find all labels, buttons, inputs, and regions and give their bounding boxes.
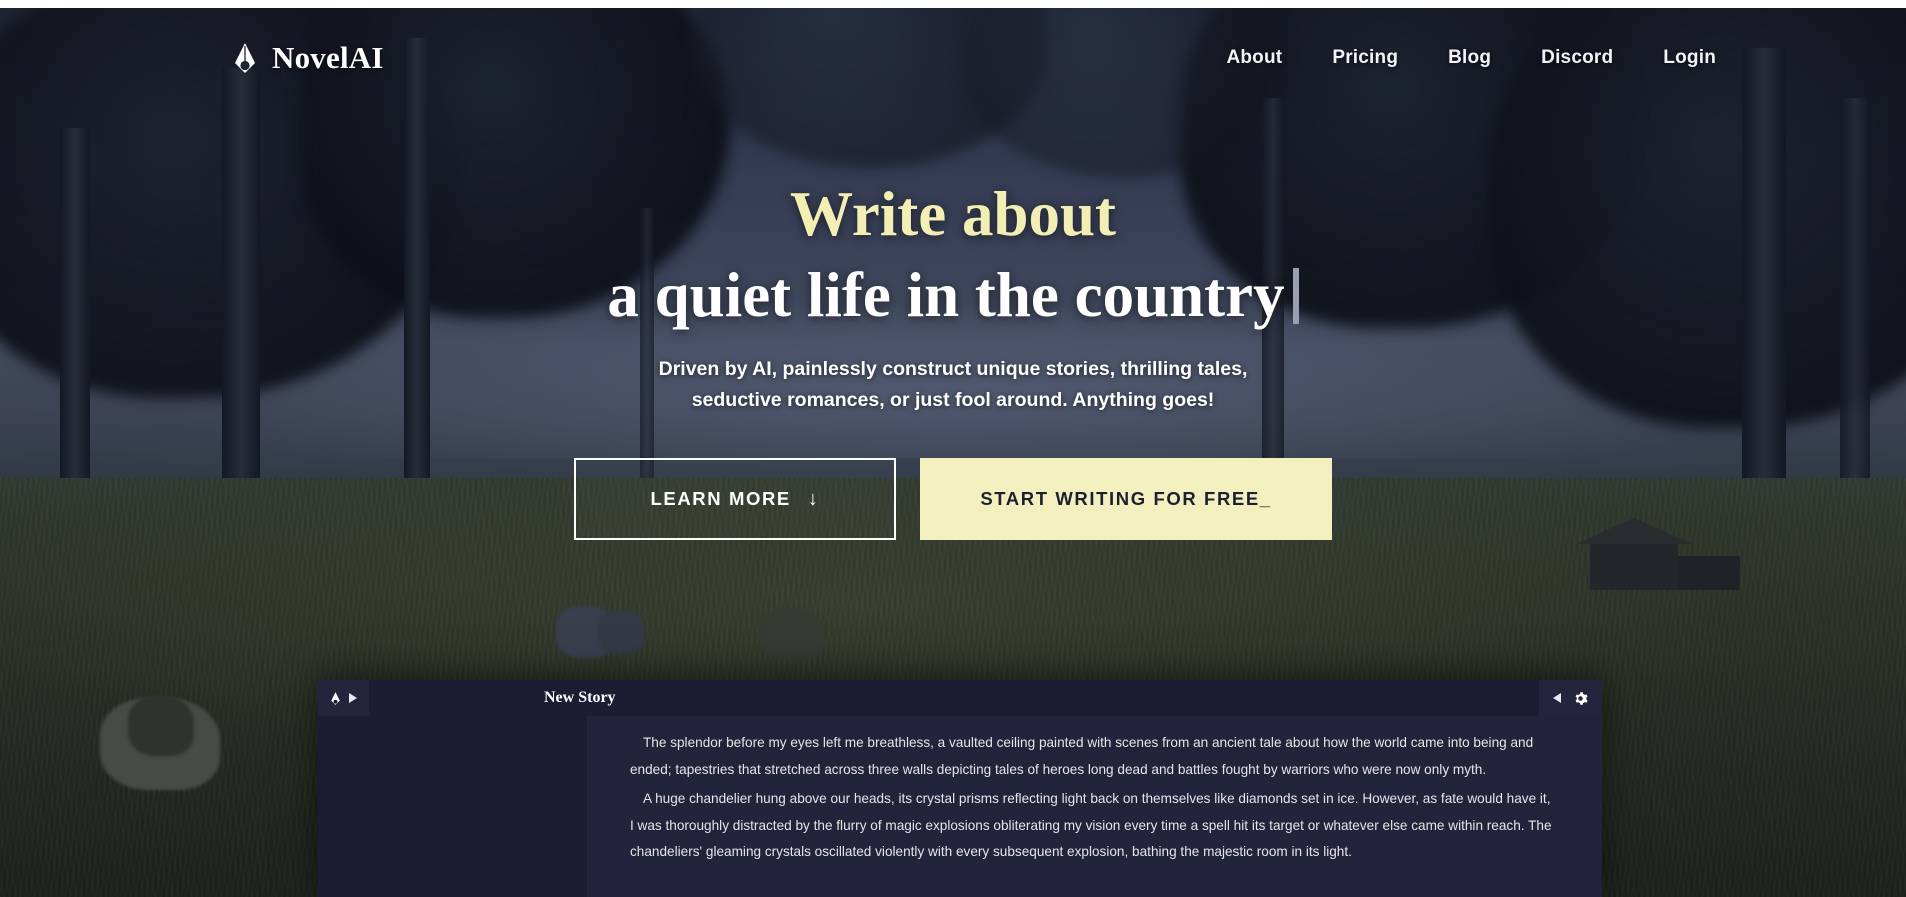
- page-root: NovelAI About Pricing Blog Discord Login…: [0, 0, 1906, 897]
- hero-subtitle: Driven by AI, painlessly construct uniqu…: [659, 354, 1248, 416]
- editor-left-controls: [318, 680, 369, 716]
- nav-link-discord[interactable]: Discord: [1541, 47, 1613, 69]
- top-white-strip: [0, 0, 1906, 8]
- brand-name: NovelAI: [272, 40, 384, 75]
- start-writing-label: START WRITING FOR FREE_: [980, 487, 1272, 509]
- hero-headline-line2: a quiet life in the country: [607, 260, 1285, 330]
- hero-subtitle-line1: Driven by AI, painlessly construct uniqu…: [658, 358, 1248, 380]
- hero-headline-line2-wrap: a quiet life in the country: [607, 260, 1299, 330]
- learn-more-button[interactable]: LEARN MORE ↓: [574, 457, 896, 540]
- pen-nib-icon: [232, 43, 258, 73]
- editor-sidebar[interactable]: [318, 716, 588, 897]
- hero-cta-row: LEARN MORE ↓ START WRITING FOR FREE_: [574, 457, 1332, 540]
- hero-headline-line1: Write about: [789, 179, 1117, 249]
- hero-section: Write about a quiet life in the country …: [0, 8, 1906, 768]
- start-writing-button[interactable]: START WRITING FOR FREE_: [920, 457, 1332, 540]
- caret-right-icon[interactable]: [349, 693, 357, 703]
- nav-links: About Pricing Blog Discord Login: [1226, 47, 1716, 69]
- arrow-down-icon: ↓: [807, 487, 820, 510]
- nav-link-login[interactable]: Login: [1663, 47, 1716, 69]
- editor-header: New Story: [318, 680, 1602, 716]
- editor-right-controls: [1539, 680, 1602, 716]
- gear-icon[interactable]: [1573, 691, 1588, 706]
- editor-body: The splendor before my eyes left me brea…: [318, 716, 1602, 897]
- pen-nib-icon[interactable]: [330, 691, 341, 705]
- story-paragraph: The splendor before my eyes left me brea…: [630, 735, 1534, 777]
- story-title: New Story: [544, 689, 616, 706]
- hero-subtitle-line2: seductive romances, or just fool around.…: [691, 388, 1215, 411]
- brand-logo[interactable]: NovelAI: [232, 40, 384, 76]
- editor-preview-panel: New Story The splendor before my eyes le…: [318, 680, 1602, 897]
- nav-link-blog[interactable]: Blog: [1448, 47, 1491, 69]
- caret-left-icon[interactable]: [1553, 693, 1561, 703]
- nav-link-pricing[interactable]: Pricing: [1332, 47, 1398, 69]
- story-text-area[interactable]: The splendor before my eyes left me brea…: [588, 716, 1602, 897]
- learn-more-label: LEARN MORE: [650, 487, 791, 509]
- story-paragraph: A huge chandelier hung above our heads, …: [630, 791, 1552, 859]
- text-cursor-icon: [1292, 267, 1299, 324]
- top-navigation-bar: NovelAI About Pricing Blog Discord Login: [0, 8, 1906, 108]
- nav-link-about[interactable]: About: [1226, 47, 1282, 69]
